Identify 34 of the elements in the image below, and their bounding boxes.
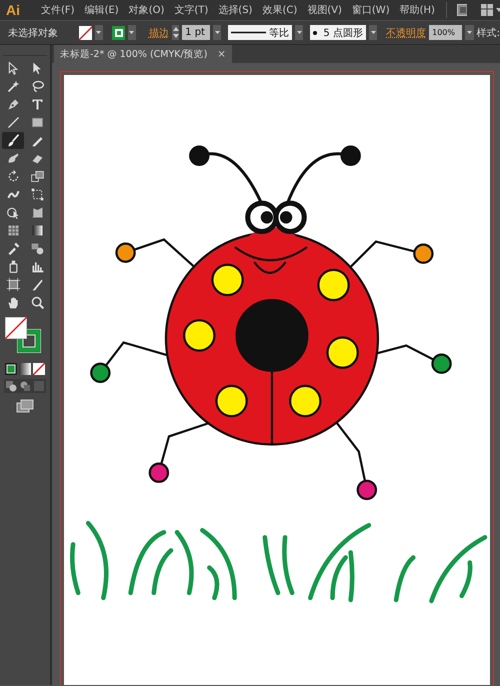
menu-item[interactable]: 对象(O) bbox=[124, 1, 170, 19]
screen-mode-icon[interactable] bbox=[16, 399, 34, 413]
opacity-field[interactable]: 100% bbox=[429, 25, 462, 40]
stepper-icon[interactable] bbox=[172, 25, 180, 40]
menu-item[interactable]: 视图(V) bbox=[302, 1, 347, 19]
selection-status: 未选择对象 bbox=[8, 26, 58, 40]
color-mode-icon[interactable] bbox=[5, 363, 17, 375]
menu-item[interactable]: 效果(C) bbox=[257, 1, 302, 19]
draw-behind-icon[interactable] bbox=[19, 380, 31, 392]
menu-item[interactable]: 帮助(H) bbox=[394, 1, 440, 19]
fill-color-swatch[interactable] bbox=[5, 317, 27, 339]
menu-item[interactable]: 选择(S) bbox=[213, 1, 258, 19]
stroke-weight-field[interactable]: 1 pt bbox=[182, 25, 210, 40]
draw-mode-icon[interactable] bbox=[5, 380, 17, 392]
gradient-mode-icon[interactable] bbox=[19, 363, 31, 375]
document-tab[interactable]: 未标题-2* @ 100% (CMYK/预览) × bbox=[54, 45, 232, 63]
opacity-link[interactable]: 不透明度 bbox=[386, 26, 426, 40]
menu-item[interactable]: 文件(F) bbox=[36, 1, 80, 19]
workspace-switcher-icon[interactable] bbox=[481, 4, 500, 16]
paintbrush-icon[interactable] bbox=[2, 132, 24, 149]
menu-item[interactable]: 文字(T) bbox=[169, 1, 214, 19]
none-mode-icon[interactable] bbox=[33, 363, 45, 375]
fill-swatch[interactable] bbox=[79, 26, 92, 40]
brush-dot-icon bbox=[313, 30, 318, 34]
app-logo: Ai bbox=[5, 2, 21, 18]
style-label: 样式: bbox=[476, 26, 500, 40]
menu-item[interactable]: 窗口(W) bbox=[346, 1, 395, 19]
stroke-swatch[interactable] bbox=[112, 26, 125, 40]
brush-field[interactable]: 5 点圆形 bbox=[310, 25, 366, 40]
stroke-line-icon bbox=[231, 31, 266, 34]
close-button[interactable]: × bbox=[217, 48, 226, 60]
menu-item[interactable]: 编辑(E) bbox=[80, 1, 124, 19]
stroke-profile-field[interactable]: 等比 bbox=[228, 25, 292, 40]
stroke-link[interactable]: 描边 bbox=[148, 26, 169, 40]
